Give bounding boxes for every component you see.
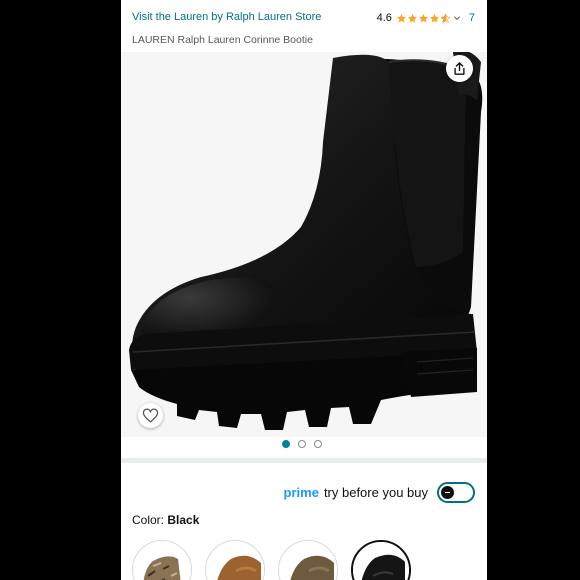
swatch-snake-image <box>133 541 191 580</box>
toggle-knob <box>441 486 454 499</box>
product-image <box>129 52 483 430</box>
wishlist-button[interactable] <box>138 403 163 428</box>
carousel-dot-2[interactable] <box>298 440 306 448</box>
chevron-down-icon <box>453 16 460 21</box>
swatch-cognac-image <box>206 541 264 580</box>
rating-count: 7 <box>468 12 475 24</box>
store-rating-row: Visit the Lauren by Ralph Lauren Store 4… <box>121 8 487 28</box>
star-rating <box>396 12 461 24</box>
heart-icon <box>142 408 159 423</box>
swatch-snake[interactable] <box>132 540 192 580</box>
swatch-black-image <box>353 542 409 580</box>
product-title: LAUREN Ralph Lauren Corinne Bootie <box>132 34 313 46</box>
store-link[interactable]: Visit the Lauren by Ralph Lauren Store <box>132 11 321 23</box>
swatch-black[interactable] <box>351 540 411 580</box>
product-screen: Visit the Lauren by Ralph Lauren Store 4… <box>121 0 487 580</box>
color-swatches <box>132 540 411 580</box>
color-label: Color: <box>132 513 165 527</box>
section-divider <box>121 458 487 463</box>
star-icon <box>429 13 439 23</box>
product-image-carousel[interactable] <box>121 52 487 437</box>
color-value: Black <box>167 513 200 527</box>
color-selection-label: Color: Black <box>132 513 199 527</box>
carousel-dot-3[interactable] <box>314 440 322 448</box>
prime-try-before-you-buy: prime try before you buy <box>284 482 475 503</box>
prime-label: try before you buy <box>323 485 428 500</box>
share-button[interactable] <box>446 55 473 82</box>
share-icon <box>454 62 465 75</box>
swatch-olive[interactable] <box>278 540 338 580</box>
rating-summary[interactable]: 4.6 7 <box>377 10 475 26</box>
swatch-olive-image <box>279 541 337 580</box>
star-icon <box>396 13 406 23</box>
swatch-cognac[interactable] <box>205 540 265 580</box>
rating-value: 4.6 <box>376 12 392 24</box>
prime-logo: prime <box>283 485 319 500</box>
star-icon <box>418 13 428 23</box>
half-star-icon <box>440 12 451 23</box>
prime-toggle[interactable] <box>437 482 475 503</box>
carousel-dot-1[interactable] <box>282 440 290 448</box>
carousel-dots <box>282 440 322 448</box>
star-icon <box>407 13 417 23</box>
